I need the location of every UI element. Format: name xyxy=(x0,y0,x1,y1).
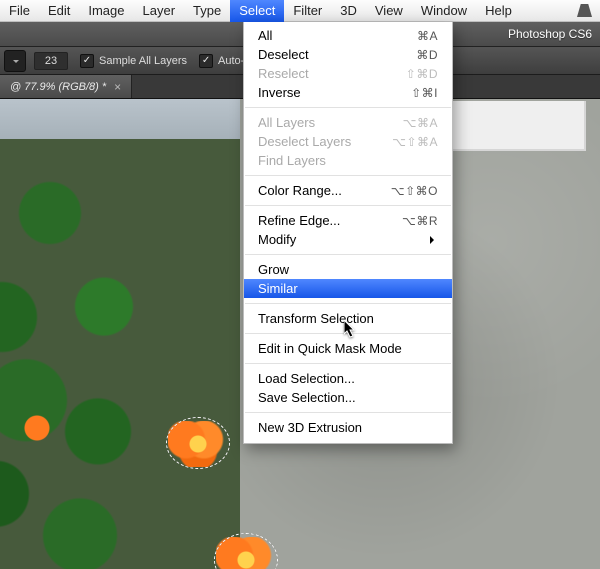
menu-item-label: Edit in Quick Mask Mode xyxy=(258,341,438,356)
menu-item-similar[interactable]: Similar xyxy=(244,279,452,298)
menu-item-find-layers: Find Layers xyxy=(244,151,452,170)
menubar: File Edit Image Layer Type Select Filter… xyxy=(0,0,600,22)
menu-item-label: Inverse xyxy=(258,85,411,100)
menu-item-label: Refine Edge... xyxy=(258,213,402,228)
document-tab-title: @ 77.9% (RGB/8) * xyxy=(10,81,106,93)
menu-item-label: Deselect Layers xyxy=(258,134,392,149)
menubar-right xyxy=(577,4,600,17)
menu-item-label: Modify xyxy=(258,232,430,247)
menu-item-deselect[interactable]: Deselect ⌘D xyxy=(244,45,452,64)
menu-item-shortcut: ⌥⌘A xyxy=(403,116,438,130)
menu-item-label: Find Layers xyxy=(258,153,438,168)
menu-item-label: Reselect xyxy=(258,66,406,81)
menu-item-label: Deselect xyxy=(258,47,416,62)
menu-item-label: Save Selection... xyxy=(258,390,438,405)
menu-item-label: All xyxy=(258,28,417,43)
menu-item-shortcut: ⌥⇧⌘A xyxy=(392,135,438,149)
menu-separator xyxy=(245,363,451,364)
menu-item-all[interactable]: All ⌘A xyxy=(244,26,452,45)
menu-item-label: All Layers xyxy=(258,115,403,130)
document-tab[interactable]: @ 77.9% (RGB/8) * × xyxy=(0,75,132,98)
menu-item-quick-mask[interactable]: Edit in Quick Mask Mode xyxy=(244,339,452,358)
menu-item-label: Grow xyxy=(258,262,438,277)
menu-item-all-layers: All Layers ⌥⌘A xyxy=(244,113,452,132)
menu-separator xyxy=(245,175,451,176)
menu-image[interactable]: Image xyxy=(79,0,133,22)
close-icon[interactable]: × xyxy=(114,80,121,94)
menu-select[interactable]: Select xyxy=(230,0,284,22)
menu-filter[interactable]: Filter xyxy=(284,0,331,22)
menu-item-label: Load Selection... xyxy=(258,371,438,386)
menu-separator xyxy=(245,107,451,108)
menu-separator xyxy=(245,254,451,255)
menu-item-label: New 3D Extrusion xyxy=(258,420,438,435)
menu-item-label: Color Range... xyxy=(258,183,391,198)
checkbox-icon: ✓ xyxy=(80,54,94,68)
menu-item-load-selection[interactable]: Load Selection... xyxy=(244,369,452,388)
menu-window[interactable]: Window xyxy=(412,0,476,22)
menu-item-grow[interactable]: Grow xyxy=(244,260,452,279)
tolerance-field[interactable]: 23 xyxy=(34,52,68,70)
cloud-drive-icon[interactable] xyxy=(577,4,592,17)
menu-item-transform-selection[interactable]: Transform Selection xyxy=(244,309,452,328)
chevron-down-icon xyxy=(13,60,19,66)
canvas-flower xyxy=(20,413,54,443)
menu-item-reselect: Reselect ⇧⌘D xyxy=(244,64,452,83)
menu-item-save-selection[interactable]: Save Selection... xyxy=(244,388,452,407)
menu-3d[interactable]: 3D xyxy=(331,0,366,22)
menu-item-label: Transform Selection xyxy=(258,311,438,326)
menu-file[interactable]: File xyxy=(0,0,39,22)
canvas-bg-foliage xyxy=(0,109,260,569)
menu-item-label: Similar xyxy=(258,281,438,296)
menu-item-modify[interactable]: Modify xyxy=(244,230,452,249)
menu-separator xyxy=(245,333,451,334)
sample-all-layers-label: Sample All Layers xyxy=(99,55,187,67)
menu-item-shortcut: ⌘A xyxy=(417,29,438,43)
selection-marquee xyxy=(166,417,230,469)
menu-item-refine-edge[interactable]: Refine Edge... ⌥⌘R xyxy=(244,211,452,230)
menu-item-shortcut: ⌘D xyxy=(416,48,438,62)
menu-view[interactable]: View xyxy=(366,0,412,22)
menu-item-deselect-layers: Deselect Layers ⌥⇧⌘A xyxy=(244,132,452,151)
menu-item-shortcut: ⌥⌘R xyxy=(402,214,438,228)
menu-item-shortcut: ⇧⌘D xyxy=(406,67,438,81)
menu-item-color-range[interactable]: Color Range... ⌥⇧⌘O xyxy=(244,181,452,200)
menu-separator xyxy=(245,303,451,304)
sample-all-layers-checkbox[interactable]: ✓ Sample All Layers xyxy=(80,54,187,68)
tool-preset-button[interactable] xyxy=(4,50,26,72)
checkbox-icon: ✓ xyxy=(199,54,213,68)
menu-item-new-3d-extrusion[interactable]: New 3D Extrusion xyxy=(244,418,452,437)
menu-type[interactable]: Type xyxy=(184,0,230,22)
select-menu-dropdown: All ⌘A Deselect ⌘D Reselect ⇧⌘D Inverse … xyxy=(243,22,453,444)
menu-item-inverse[interactable]: Inverse ⇧⌘I xyxy=(244,83,452,102)
menu-item-shortcut: ⇧⌘I xyxy=(411,86,438,100)
menu-separator xyxy=(245,412,451,413)
menu-item-shortcut: ⌥⇧⌘O xyxy=(391,184,438,198)
menu-help[interactable]: Help xyxy=(476,0,521,22)
app-title-label: Photoshop CS6 xyxy=(508,27,600,41)
menu-separator xyxy=(245,205,451,206)
menu-layer[interactable]: Layer xyxy=(134,0,185,22)
submenu-arrow-icon xyxy=(430,236,438,244)
menu-edit[interactable]: Edit xyxy=(39,0,79,22)
